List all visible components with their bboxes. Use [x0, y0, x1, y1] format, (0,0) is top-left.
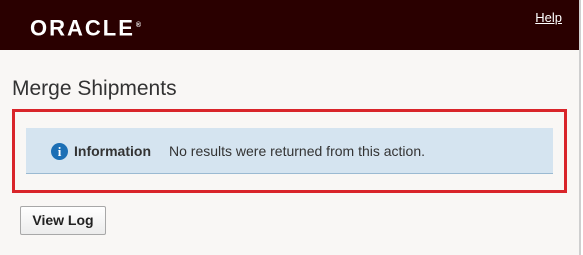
registered-mark: ®: [135, 22, 142, 29]
info-icon: i: [51, 143, 68, 160]
message-label: Information: [74, 143, 151, 159]
page-title: Merge Shipments: [12, 77, 177, 100]
help-link[interactable]: Help: [535, 10, 562, 25]
application-window: ORACLE® Help Merge Shipments i Informati…: [0, 0, 581, 255]
message-text: No results were returned from this actio…: [169, 143, 425, 159]
logo-text: ORACLE: [30, 15, 135, 41]
oracle-logo: ORACLE®: [30, 12, 141, 42]
view-log-button[interactable]: View Log: [20, 206, 106, 235]
app-header: ORACLE® Help: [0, 0, 579, 50]
information-message: i Information No results were returned f…: [26, 128, 553, 174]
